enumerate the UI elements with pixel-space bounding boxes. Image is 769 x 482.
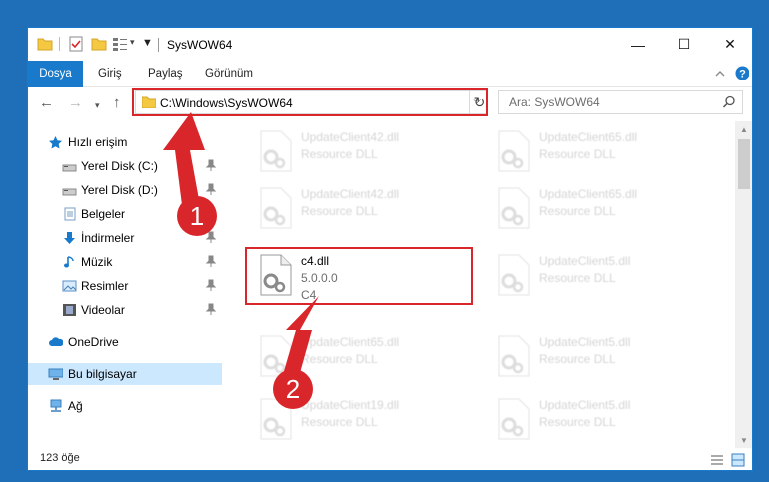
callout-badge-2: 2: [273, 369, 313, 409]
annotation-arrows: [163, 112, 319, 380]
arrow-1-shape: [163, 112, 205, 205]
callout-badge-1: 1: [177, 196, 217, 236]
arrow-2-shape: [282, 296, 319, 380]
